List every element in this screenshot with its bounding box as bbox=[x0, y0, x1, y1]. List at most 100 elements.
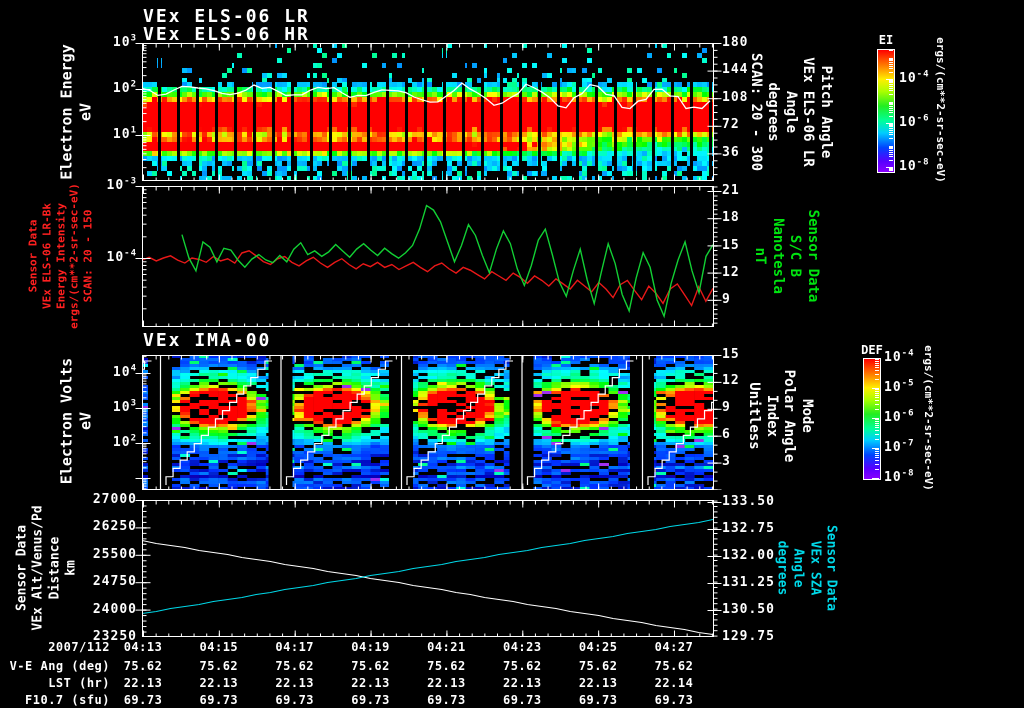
right-axis-tick-label: 15 bbox=[722, 347, 740, 362]
right-axis-tick-label: 132.75 bbox=[722, 521, 775, 536]
table-value: 69.73 bbox=[275, 693, 315, 707]
colorbar-minor-tick bbox=[875, 452, 879, 454]
colorbar-minor-tick bbox=[889, 60, 893, 62]
colorbar-minor-tick bbox=[875, 433, 879, 435]
colorbar-minor-tick bbox=[889, 138, 893, 140]
time-tick-label: 04:23 bbox=[502, 640, 542, 654]
table-value: 22.13 bbox=[578, 676, 618, 690]
colorbar-minor-tick bbox=[889, 87, 893, 89]
table-value: 69.73 bbox=[351, 693, 390, 707]
table-value: 22.14 bbox=[654, 676, 694, 690]
colorbar-minor-tick bbox=[875, 362, 879, 364]
panel1-title-line2: VEx ELS-06 HR bbox=[143, 24, 310, 45]
vex-stack-plot: VEx ELS-06 LR VEx ELS-06 HR VEx IMA-00 E… bbox=[0, 0, 1024, 708]
colorbar-tick-label: 10-5 bbox=[884, 378, 915, 395]
right-axis-tick-label: 3 bbox=[722, 454, 731, 469]
table-value: 22.13 bbox=[427, 676, 466, 690]
colorbar-minor-tick bbox=[875, 438, 879, 440]
colorbar-minor-tick bbox=[889, 125, 893, 127]
colorbar-minor-tick bbox=[875, 390, 879, 392]
colorbar-minor-tick bbox=[875, 389, 879, 391]
colorbar-minor-tick bbox=[875, 403, 879, 405]
colorbar-minor-tick bbox=[889, 105, 893, 107]
table-value: 22.13 bbox=[199, 676, 239, 690]
left-axis-tick-label: 26250 bbox=[92, 519, 137, 534]
right-axis-tick-label: 9 bbox=[722, 400, 731, 415]
ima-spectrogram-canvas bbox=[131, 355, 723, 490]
table-value: 75.62 bbox=[123, 659, 163, 673]
left-axis-tick-label: 10-3 bbox=[106, 176, 137, 193]
colorbar-minor-tick bbox=[889, 127, 893, 129]
colorbar-minor-tick bbox=[889, 151, 893, 153]
colorbar-minor-tick bbox=[889, 160, 893, 162]
colorbar-minor-tick bbox=[889, 147, 893, 149]
right-axis-tick-label: 129.75 bbox=[722, 629, 775, 644]
left-axis-tick-label: 27000 bbox=[92, 492, 137, 507]
left-axis-tick-label: 104 bbox=[112, 363, 137, 380]
colorbar-minor-tick bbox=[889, 123, 893, 125]
table-value: 22.13 bbox=[123, 676, 163, 690]
colorbar-tick-label: 10-7 bbox=[884, 438, 915, 455]
colorbar-minor-tick bbox=[889, 82, 893, 84]
right-axis-tick-label: 131.25 bbox=[722, 575, 775, 590]
left-axis-tick-label: 10-4 bbox=[106, 248, 137, 265]
table-value: 75.62 bbox=[275, 659, 315, 673]
colorbar-minor-tick bbox=[889, 94, 893, 96]
table-row-label: V-E Ang (deg) bbox=[9, 659, 110, 673]
colorbar-minor-tick bbox=[875, 408, 879, 410]
colorbar-minor-tick bbox=[875, 360, 879, 362]
table-row-label: LST (hr) bbox=[48, 676, 110, 690]
left-axis-tick-label: 24750 bbox=[92, 574, 137, 589]
colorbar-minor-tick bbox=[875, 449, 879, 451]
colorbar-minor-tick bbox=[889, 107, 893, 109]
colorbar-minor-tick bbox=[889, 83, 893, 85]
right-axis-tick-label: 12 bbox=[722, 265, 740, 280]
colorbar-minor-tick bbox=[889, 79, 893, 81]
colorbar-minor-tick bbox=[875, 373, 879, 375]
colorbar-tick-label: 10-8 bbox=[899, 157, 930, 174]
colorbar-minor-tick bbox=[889, 112, 893, 114]
colorbar-minor-tick bbox=[875, 392, 879, 394]
colorbar-minor-tick bbox=[889, 85, 893, 87]
left-axis-tick-label: 102 bbox=[112, 79, 137, 96]
colorbar-minor-tick bbox=[875, 394, 879, 396]
colorbar-minor-tick bbox=[875, 367, 879, 369]
colorbar-minor-tick bbox=[889, 170, 893, 172]
table-value: 22.13 bbox=[502, 676, 542, 690]
colorbar-minor-tick bbox=[875, 378, 879, 380]
colorbar-minor-tick bbox=[889, 149, 893, 151]
els-left-axis-title: Electron Energy eV bbox=[57, 44, 94, 180]
colorbar-minor-tick bbox=[889, 61, 893, 63]
alt-sza-canvas bbox=[131, 500, 723, 637]
colorbar-minor-tick bbox=[875, 457, 879, 459]
right-axis-tick-label: 6 bbox=[722, 427, 731, 442]
p4-right-axis-title: Sensor Data VEx SZA Angle degrees bbox=[774, 524, 839, 612]
table-value: 69.73 bbox=[578, 693, 618, 707]
colorbar-tick-label: 10-8 bbox=[884, 468, 915, 485]
colorbar-minor-tick bbox=[875, 422, 879, 424]
els-spectrogram-canvas bbox=[131, 43, 723, 181]
left-axis-tick-label: 102 bbox=[112, 433, 137, 450]
table-value: 75.62 bbox=[502, 659, 542, 673]
colorbar-minor-tick bbox=[875, 450, 879, 452]
table-value: 22.13 bbox=[275, 676, 315, 690]
right-axis-tick-label: 15 bbox=[722, 238, 740, 253]
left-axis-tick-label: 103 bbox=[112, 398, 137, 415]
right-axis-tick-label: 108 bbox=[722, 90, 749, 105]
time-tick-label: 04:13 bbox=[123, 640, 163, 654]
colorbar-minor-tick bbox=[889, 145, 893, 147]
colorbar-minor-tick bbox=[889, 109, 893, 111]
colorbar-minor-tick bbox=[889, 131, 893, 133]
table-value: 69.73 bbox=[654, 693, 694, 707]
colorbar-minor-tick bbox=[875, 369, 879, 371]
right-axis-tick-label: 9 bbox=[722, 292, 731, 307]
time-tick-label: 04:19 bbox=[351, 640, 390, 654]
colorbar-minor-tick bbox=[889, 134, 893, 136]
right-axis-tick-label: 72 bbox=[722, 117, 740, 132]
table-value: 75.62 bbox=[351, 659, 390, 673]
right-axis-tick-label: 18 bbox=[722, 210, 740, 225]
right-axis-tick-label: 133.50 bbox=[722, 494, 775, 509]
colorbar-tick-label: 10-6 bbox=[884, 408, 915, 425]
time-tick-label: 04:27 bbox=[654, 640, 694, 654]
table-value: 75.62 bbox=[578, 659, 618, 673]
